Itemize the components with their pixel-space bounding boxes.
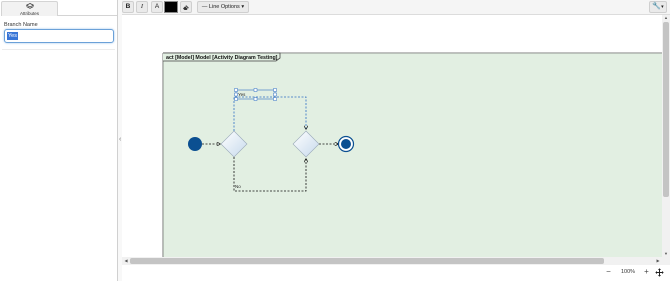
selection-handle[interactable] [253,88,258,92]
horizontal-scrollbar[interactable]: ◀ ▶ [122,257,662,265]
font-color-button[interactable]: A [151,1,163,13]
selection-handle[interactable] [253,97,258,101]
selection-handle[interactable] [273,88,277,92]
chevron-down-icon: ▾ [661,4,664,10]
tab-attributes[interactable]: Attributes [1,1,58,16]
eraser-icon [183,5,189,10]
scroll-left-icon[interactable]: ◀ [123,258,129,264]
branch-name-input[interactable]: Yes [4,29,114,43]
branch-name-value: Yes [7,32,18,40]
properties-panel: Attributes Branch Name Yes [0,0,118,281]
format-toolbar: B I A — Line Options ▾ 🔧▾ [122,0,670,15]
final-node[interactable] [337,135,355,153]
horizontal-scroll-thumb[interactable] [130,258,604,264]
selection-handle[interactable] [234,97,238,101]
scroll-up-icon[interactable]: ▲ [663,15,669,21]
zoom-level: 100% [620,269,636,275]
activity-diagram: act [Model] Model [Activity Diagram Test… [162,52,662,257]
zoom-bar: − 100% + [122,265,670,281]
selection-handle[interactable] [273,92,277,97]
activity-frame[interactable] [162,52,662,257]
eraser-button[interactable] [180,1,192,13]
selection-handle[interactable] [273,97,277,101]
tab-divider [58,15,117,16]
zoom-controls: − 100% + [603,267,665,278]
initial-node[interactable] [188,137,202,151]
scroll-corner [662,257,670,265]
color-swatch[interactable] [164,1,178,13]
yes-guard-label[interactable]: Yes [238,92,246,97]
panel-divider [2,49,115,50]
chevron-down-icon: ▾ [241,4,245,10]
diagram-canvas[interactable]: act [Model] Model [Activity Diagram Test… [122,15,662,257]
line-style-icon: — [201,4,208,10]
fit-to-screen-button[interactable] [654,267,665,278]
app-window: Attributes Branch Name Yes ‹ B I A — Lin… [0,0,670,281]
vertical-scrollbar[interactable]: ▲ ▼ [662,15,670,257]
branch-name-label: Branch Name [4,22,38,28]
no-guard-label[interactable]: No [235,184,241,189]
wrench-icon: 🔧 [652,3,662,10]
vertical-scroll-thumb[interactable] [663,22,669,197]
attributes-icon [25,3,34,9]
zoom-in-button[interactable]: + [641,267,652,278]
settings-dropdown[interactable]: 🔧▾ [649,1,667,13]
frame-title: act [Model] Model [Activity Diagram Test… [166,55,278,61]
bold-button[interactable]: B [122,1,134,13]
scroll-right-icon[interactable]: ▶ [655,258,661,264]
line-options-dropdown[interactable]: — Line Options ▾ [197,1,249,13]
line-options-label: Line Options [208,4,240,10]
move-icon [655,268,664,277]
italic-button[interactable]: I [136,1,148,13]
tab-attributes-label: Attributes [19,11,39,16]
zoom-out-button[interactable]: − [603,267,614,278]
